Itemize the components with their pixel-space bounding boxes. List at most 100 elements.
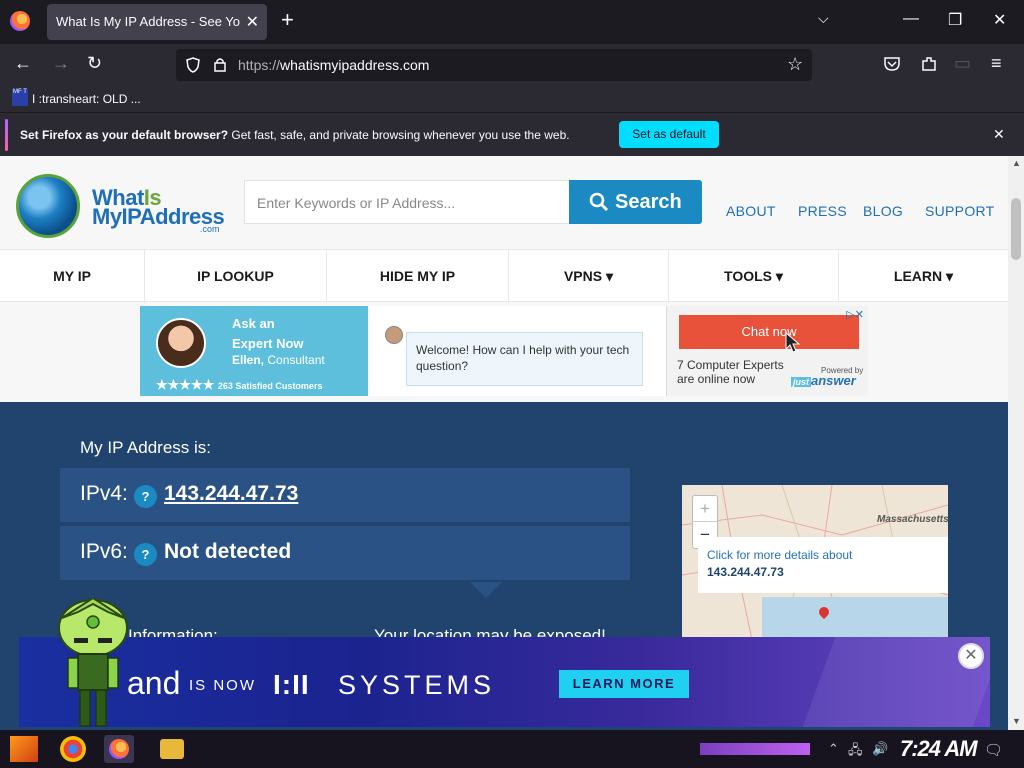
volume-icon[interactable]: 🔊	[872, 741, 888, 757]
ad-expert-panel[interactable]: Ask an Expert Now Ellen, Consultant ★★★★…	[140, 306, 368, 396]
location-map[interactable]: Massachusetts + − Click for more details…	[682, 485, 948, 640]
extension-icon[interactable]: ▭	[954, 53, 971, 74]
ad-experts-line2: are online now	[677, 372, 756, 386]
site-logo-icon[interactable]	[16, 174, 80, 238]
notification-bold: Set Firefox as your default browser?	[20, 128, 229, 142]
window-close-icon[interactable]: ✕	[993, 10, 1006, 30]
new-tab-icon[interactable]: +	[281, 9, 294, 31]
taskbar-decoration	[700, 743, 810, 755]
ipv6-row: IPv6: ? Not detected	[60, 526, 630, 580]
extensions-icon[interactable]	[920, 55, 938, 73]
menu-hamburger-icon[interactable]: ≡	[991, 53, 1002, 74]
browser-tab[interactable]: What Is My IP Address - See Yo ✕	[47, 4, 267, 40]
taskbar: ⌃ 🖧 🔊 7:24 AM 🗨	[0, 730, 1024, 768]
tray-chevron-icon[interactable]: ⌃	[828, 741, 839, 757]
scrollbar-thumb[interactable]	[1011, 198, 1021, 260]
page-scrollbar[interactable]: ▲ ▼	[1008, 156, 1024, 730]
nav-learn[interactable]: LEARN ▾	[839, 250, 1008, 303]
start-button-icon[interactable]	[10, 736, 38, 762]
nav-my-ip[interactable]: MY IP	[0, 250, 145, 303]
url-bar[interactable]: https://whatismyipaddress.com ☆	[176, 49, 812, 81]
ad-expert-name: Ellen, Consultant	[232, 353, 325, 367]
default-browser-notification: Set Firefox as your default browser? Get…	[0, 112, 1024, 156]
bookmark-star-icon[interactable]: ☆	[787, 54, 803, 75]
reload-icon[interactable]: ↻	[87, 53, 102, 74]
firefox-logo-icon[interactable]	[10, 11, 30, 31]
bottom-ad-close-icon[interactable]: ✕	[958, 643, 984, 669]
browser-tab-strip: What Is My IP Address - See Yo ✕ + ⌵ — ❐…	[0, 0, 1024, 44]
ad-banner[interactable]: Ask an Expert Now Ellen, Consultant ★★★★…	[140, 306, 868, 396]
map-popup-line1: Click for more details about	[707, 548, 853, 562]
ad-choices-icon[interactable]: ▷✕	[846, 308, 864, 321]
pocket-icon[interactable]	[883, 56, 901, 72]
bottom-ad-systems: SYSTEMS	[338, 670, 496, 700]
ipv4-help-icon[interactable]: ?	[134, 485, 157, 508]
ipv4-value[interactable]: 143.244.47.73	[164, 482, 298, 506]
minimize-icon[interactable]: —	[903, 10, 919, 28]
nav-vpns[interactable]: VPNS ▾	[509, 250, 669, 303]
chat-now-button[interactable]: Chat now	[679, 315, 859, 349]
bookmark-item[interactable]: I :transheart: OLD ...	[32, 92, 141, 106]
forward-arrow-icon[interactable]: →	[52, 53, 70, 74]
bookmarks-toolbar: MF T I :transheart: OLD ...	[0, 86, 1024, 112]
notification-accent	[5, 119, 8, 151]
justanswer-logo: Powered by just answer	[791, 366, 863, 388]
map-zoom-in-button[interactable]: +	[693, 496, 717, 522]
ad-satisfied: 263 Satisfied Customers	[217, 381, 323, 391]
mouse-cursor-icon	[785, 332, 801, 353]
bottom-ad-is-now: IS NOW	[189, 677, 256, 694]
browser-nav-bar: ← → ↻ https://whatismyipaddress.com ☆ ▭ …	[0, 44, 1024, 86]
ipv6-help-icon[interactable]: ?	[134, 543, 157, 566]
back-arrow-icon[interactable]: ←	[14, 53, 32, 74]
ad-brand-answer: answer	[811, 373, 856, 388]
notifications-icon[interactable]: 🗨	[984, 741, 1003, 759]
nav-hide-my-ip[interactable]: HIDE MY IP	[327, 250, 509, 303]
ad-brand-just: just	[791, 377, 812, 387]
web-page: WhatIs MyIPAddress .com Enter Keywords o…	[0, 156, 1008, 730]
scroll-up-arrow-icon[interactable]: ▲	[1012, 158, 1021, 168]
lock-icon[interactable]	[214, 57, 226, 72]
search-button[interactable]: Search	[569, 180, 702, 224]
restore-icon[interactable]: ❐	[948, 10, 962, 30]
header-link-blog[interactable]: BLOG	[863, 203, 903, 219]
expert-avatar	[156, 318, 206, 368]
map-popup[interactable]: Click for more details about 143.244.47.…	[698, 537, 948, 593]
search-input[interactable]: Enter Keywords or IP Address...	[244, 180, 570, 224]
scroll-down-arrow-icon[interactable]: ▼	[1012, 716, 1021, 726]
notification-close-icon[interactable]: ✕	[993, 126, 1005, 143]
tab-title: What Is My IP Address - See Yo	[56, 14, 241, 29]
shield-icon[interactable]	[186, 57, 200, 73]
taskbar-clock[interactable]: 7:24 AM	[900, 736, 978, 762]
tab-close-icon[interactable]: ✕	[246, 12, 259, 32]
url-prefix: https://	[238, 57, 281, 73]
ip-heading: My IP Address is:	[80, 438, 212, 457]
bottom-ad-banner[interactable]: and IS NOW I:II SYSTEMS LEARN MORE ✕	[19, 637, 990, 727]
desktop-character-icon[interactable]	[48, 598, 138, 730]
nav-tools[interactable]: TOOLS ▾	[669, 250, 839, 303]
list-tabs-chevron-icon[interactable]: ⌵	[818, 10, 829, 27]
main-nav: MY IP IP LOOKUP HIDE MY IP VPNS ▾ TOOLS …	[0, 249, 1008, 303]
ad-name: Ellen,	[232, 353, 265, 367]
ipv4-label: IPv4:	[80, 482, 128, 505]
nav-ip-lookup[interactable]: IP LOOKUP	[145, 250, 327, 303]
header-link-support[interactable]: SUPPORT	[925, 203, 995, 219]
network-icon[interactable]: 🖧	[848, 741, 863, 763]
url-text[interactable]: https://whatismyipaddress.com	[238, 57, 429, 73]
chrome-taskbar-icon[interactable]	[60, 736, 86, 762]
ad-chat-bubble: Welcome! How can I help with your tech q…	[406, 332, 643, 386]
header-link-about[interactable]: ABOUT	[726, 203, 776, 219]
bookmark-favicon-icon: MF T	[12, 89, 28, 106]
set-default-button[interactable]: Set as default	[619, 121, 719, 148]
site-logo-text[interactable]: WhatIs MyIPAddress	[92, 187, 225, 228]
ip-box-pointer	[470, 582, 502, 598]
magnifier-icon	[589, 192, 608, 211]
file-explorer-taskbar-icon[interactable]	[160, 739, 184, 759]
ad-experts-online: 7 Computer Experts are online now	[677, 358, 784, 386]
ad-ask-expert: Ask an Expert Now	[232, 314, 304, 354]
firefox-taskbar-icon[interactable]	[104, 735, 134, 763]
header-link-press[interactable]: PRESS	[798, 203, 847, 219]
ad-chat-panel: Chat now 7 Computer Experts are online n…	[666, 306, 868, 396]
search-button-label: Search	[615, 191, 682, 213]
map-region-label: Massachusetts	[877, 514, 948, 525]
learn-more-button[interactable]: LEARN MORE	[559, 670, 689, 698]
